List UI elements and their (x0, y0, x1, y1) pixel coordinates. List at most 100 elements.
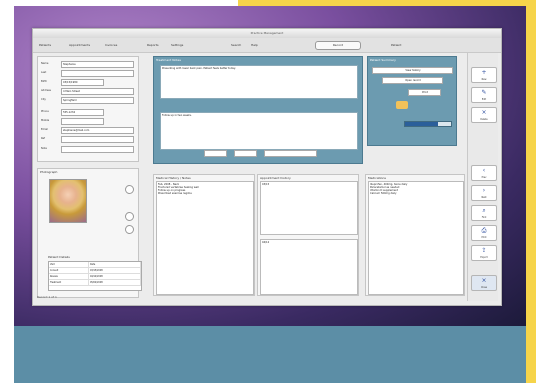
table-cell[interactable]: 05/02/2008 (89, 280, 141, 286)
sidebar-label: Next (481, 196, 487, 199)
status-text: Record 1 of 1 (37, 295, 57, 299)
toolbar: Patients Appointments Invoices Reports S… (33, 38, 501, 53)
followup-notes-text[interactable]: Follow up in two weeks. (160, 112, 358, 150)
field-label-city: City (41, 98, 46, 101)
frame-border-right (526, 0, 536, 383)
patient-photo (49, 179, 87, 223)
field-label-name: Name (41, 62, 49, 65)
rotate-photo-button[interactable] (125, 225, 134, 234)
bottom-panel (14, 326, 526, 383)
medications-title: Medications (368, 176, 386, 180)
progress-bar (404, 121, 452, 127)
treatment-notes-line1: Presenting with lower back pain. Patient… (162, 67, 236, 70)
treatment-notes-title: Treatment Notes (156, 58, 181, 62)
field-input-mobile[interactable] (61, 118, 104, 125)
edit-icon: ✎ (481, 89, 487, 96)
sidebar-btn-prev[interactable]: ‹ Prev (471, 165, 497, 181)
sidebar-label: Find (481, 216, 487, 219)
toolbar-item-settings[interactable]: Settings (169, 41, 185, 49)
toolbar-item-help[interactable]: Help (249, 41, 260, 49)
sidebar-btn-edit[interactable]: ✎ Edit (471, 87, 497, 103)
appointments-list-top[interactable]: 03/15 (260, 181, 358, 235)
sidebar-label: Delete (480, 118, 488, 121)
sidebar-label: Prev (481, 176, 487, 179)
prev-icon: ‹ (482, 167, 486, 174)
field-label-birth: Birth (41, 80, 48, 83)
new-icon: + (481, 69, 487, 76)
notes-practitioner-field[interactable] (264, 150, 317, 157)
field-label-address: Address (41, 89, 51, 92)
next-icon: › (482, 187, 486, 194)
field-input-last[interactable] (61, 70, 134, 77)
field-input-email[interactable]: stephanie@mail.com (61, 127, 134, 134)
field-input-city[interactable]: Springfield (61, 97, 134, 104)
details-title: Patient Details (48, 255, 70, 259)
search-icon: ⌕ (482, 207, 486, 214)
sidebar-label: Close (481, 286, 487, 289)
appointments-panel: Appointment history 03/15 04/12 (257, 174, 359, 296)
toolbar-item-search[interactable]: Search (229, 41, 243, 49)
notes-date-field[interactable] (204, 150, 227, 157)
notes-time-field[interactable] (234, 150, 257, 157)
sidebar-label: Edit (481, 98, 487, 101)
toolbar-item-reports[interactable]: Reports (145, 41, 161, 49)
history-panel: Medical History / Notes Feb, 2008 - Neck… (153, 174, 255, 296)
appointments-title: Appointment history (260, 176, 291, 180)
frame-border-top (238, 0, 536, 6)
toolbar-item-invoices[interactable]: Invoices (103, 41, 119, 49)
sidebar-btn-delete[interactable]: × Delete (471, 107, 497, 123)
sidebar-label: New (481, 78, 487, 81)
field-label-mobile: Mobile (41, 119, 50, 122)
sidebar-btn-export[interactable]: ⇪ Export (471, 245, 497, 261)
visits-table: Visit Date Consult 03/15/2008 Review 04/… (48, 261, 142, 291)
medication-line: Calcium 500mg daily (370, 192, 397, 195)
add-photo-button[interactable] (125, 185, 134, 194)
medications-textarea[interactable]: Ibuprofen, 400mg, twice daily Paracetamo… (368, 181, 464, 295)
appointment-line: 04/12 (262, 241, 270, 244)
sidebar-btn-print[interactable]: ⎙ Print (471, 225, 497, 241)
app-window: Practice Management Patients Appointment… (32, 28, 502, 306)
field-input-note[interactable] (61, 146, 134, 153)
table-cell[interactable]: Treatment (49, 280, 89, 286)
patient-fields-panel: Name Stephanie Last Birth 03/15/1980 Add… (37, 56, 139, 162)
history-title: Medical History / Notes (156, 176, 191, 180)
history-line: Prescribed exercise regime (158, 192, 192, 195)
field-label-phone: Phone (41, 110, 49, 113)
field-label-last: Last (41, 71, 47, 74)
delete-icon: × (481, 109, 487, 116)
medications-panel: Medications Ibuprofen, 400mg, twice dail… (365, 174, 465, 296)
remove-photo-button[interactable] (125, 212, 134, 221)
print-icon: ⎙ (481, 227, 487, 234)
field-input-ref[interactable] (61, 136, 134, 143)
photo-panel-title: Photograph (40, 170, 58, 174)
field-input-birth[interactable]: 03/15/1980 (61, 79, 104, 86)
appointments-list-bottom[interactable]: 04/12 (260, 239, 358, 295)
right-sidebar: + New ✎ Edit × Delete ‹ Prev › Next ⌕ Find ⎙ Pr… (467, 53, 498, 301)
summary-panel: Patient Summary View history Open record… (367, 56, 457, 146)
field-label-email: Email (41, 128, 48, 131)
field-input-address[interactable]: 4 Main Street (61, 88, 134, 95)
record-segment-control[interactable]: Record (315, 41, 361, 50)
treatment-notes-panel: Treatment Notes Presenting with lower ba… (153, 56, 363, 164)
field-label-ref: Ref (41, 137, 46, 140)
appointment-line: 03/15 (262, 183, 270, 186)
treatment-notes-text[interactable]: Presenting with lower back pain. Patient… (160, 65, 358, 99)
field-input-name[interactable]: Stephanie (61, 61, 134, 68)
sidebar-label: Print (481, 236, 487, 239)
toolbar-item-patients[interactable]: Patients (37, 41, 53, 49)
summary-title: Patient Summary (370, 58, 396, 62)
sidebar-btn-close[interactable]: ⨯ Close (471, 275, 497, 291)
sidebar-btn-next[interactable]: › Next (471, 185, 497, 201)
history-textarea[interactable]: Feb, 2008 - Neck Fractured vertebrae hea… (156, 181, 254, 295)
view-history-button[interactable]: View history (372, 67, 453, 74)
open-record-button[interactable]: Open record (382, 77, 443, 84)
toolbar-item-appointments[interactable]: Appointments (67, 41, 92, 49)
progress-fill (405, 122, 439, 126)
folder-icon (396, 101, 408, 109)
record-segment-label: Record (332, 43, 344, 47)
field-input-phone[interactable]: 555-1234 (61, 109, 104, 116)
sidebar-btn-new[interactable]: + New (471, 67, 497, 83)
sidebar-btn-find[interactable]: ⌕ Find (471, 205, 497, 221)
print-button[interactable]: Print (408, 89, 441, 96)
window-title: Practice Management (250, 31, 284, 35)
